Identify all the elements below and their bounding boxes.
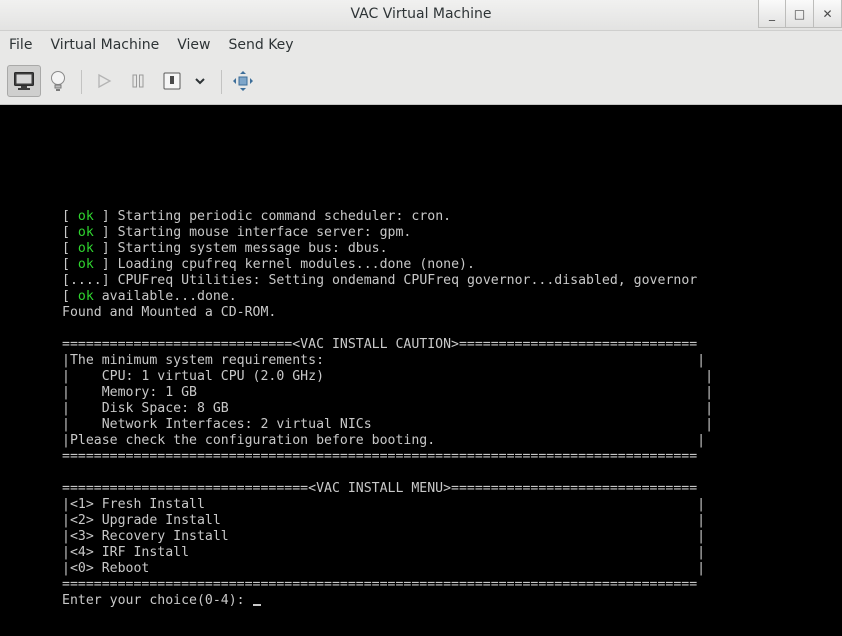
menu-option: |<4> IRF Install |	[62, 545, 706, 560]
pause-icon	[132, 74, 144, 88]
menu-option: |<1> Fresh Install |	[62, 497, 706, 512]
menu-option: |<0> Reboot |	[62, 561, 706, 576]
caution-line: |The minimum system requirements: |	[62, 353, 706, 368]
window-controls: _ □ ✕	[758, 0, 842, 28]
menu-option: |<2> Upgrade Install |	[62, 513, 706, 528]
menu-file[interactable]: File	[0, 37, 41, 53]
shutdown-button[interactable]	[155, 65, 189, 97]
title-bar[interactable]: VAC Virtual Machine _ □ ✕	[0, 0, 842, 31]
details-view-button[interactable]	[41, 65, 75, 97]
monitor-icon	[14, 72, 34, 90]
chevron-down-icon	[195, 78, 205, 85]
boot-line: [ ok ] Starting mouse interface server: …	[62, 225, 412, 240]
toolbar-separator	[221, 70, 222, 94]
menu-send-key[interactable]: Send Key	[219, 37, 302, 53]
maximize-button[interactable]: □	[786, 0, 814, 28]
fullscreen-button[interactable]	[226, 65, 260, 97]
boot-line: [ ok ] Loading cpufreq kernel modules...…	[62, 257, 475, 272]
boot-line: [ ok available...done.	[62, 289, 237, 304]
window-title: VAC Virtual Machine	[350, 6, 492, 22]
fullscreen-icon	[233, 71, 253, 91]
menu-footer: ========================================…	[62, 577, 698, 592]
caution-footer: ========================================…	[62, 449, 698, 464]
boot-line: [ ok ] Starting system message bus: dbus…	[62, 241, 388, 256]
caution-line: |Please check the configuration before b…	[62, 433, 706, 448]
menu-virtual-machine[interactable]: Virtual Machine	[41, 37, 168, 53]
text-cursor[interactable]	[252, 604, 261, 606]
console-view-button[interactable]	[7, 65, 41, 97]
caution-header: =============================<VAC INSTAL…	[62, 337, 698, 352]
shutdown-menu-button[interactable]	[186, 65, 214, 97]
caution-line: | Disk Space: 8 GB |	[62, 401, 714, 416]
run-button[interactable]	[87, 65, 121, 97]
menu-bar: File Virtual Machine View Send Key	[0, 31, 842, 59]
vm-console-screen[interactable]: [ ok ] Starting periodic command schedul…	[0, 105, 842, 636]
power-icon	[163, 72, 181, 90]
menu-view[interactable]: View	[168, 37, 219, 53]
boot-line: [ ok ] Starting periodic command schedul…	[62, 209, 452, 224]
caution-line: | CPU: 1 virtual CPU (2.0 GHz) |	[62, 369, 714, 384]
console-output: [ ok ] Starting periodic command schedul…	[62, 209, 713, 609]
found-line: Found and Mounted a CD-ROM.	[62, 305, 277, 320]
caution-line: | Network Interfaces: 2 virtual NICs |	[62, 417, 714, 432]
close-button[interactable]: ✕	[814, 0, 842, 28]
pause-button[interactable]	[121, 65, 155, 97]
toolbar	[0, 60, 842, 105]
play-icon	[98, 73, 112, 89]
caution-line: | Memory: 1 GB |	[62, 385, 714, 400]
minimize-button[interactable]: _	[758, 0, 786, 28]
menu-header: ===============================<VAC INST…	[62, 481, 698, 496]
boot-line: [....] CPUFreq Utilities: Setting ondema…	[62, 273, 698, 288]
lightbulb-icon	[51, 71, 65, 91]
toolbar-separator	[81, 70, 82, 94]
menu-option: |<3> Recovery Install |	[62, 529, 706, 544]
choice-prompt: Enter your choice(0-4):	[62, 593, 253, 608]
